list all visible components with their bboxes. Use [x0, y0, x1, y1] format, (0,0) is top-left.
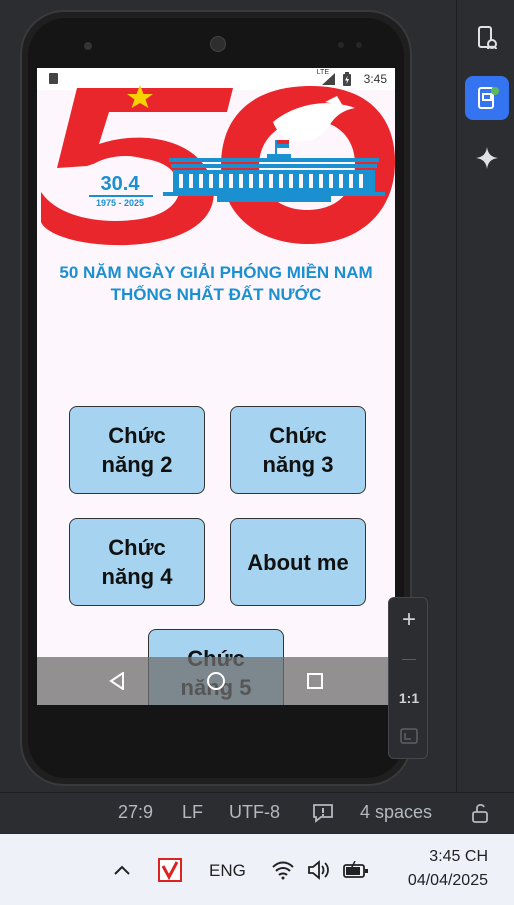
file-encoding[interactable]: UTF-8	[229, 802, 280, 823]
home-circle-icon	[207, 672, 225, 690]
input-language[interactable]: ENG	[209, 861, 246, 881]
windows-taskbar: ENG 3:45 CH 04/04/2025	[0, 834, 514, 905]
zoom-out-button[interactable]: —	[389, 640, 429, 676]
device-manager-icon	[478, 26, 497, 50]
banner-title-line1: 50 NĂM NGÀY GIẢI PHÓNG MIỀN NAM	[59, 263, 373, 282]
checkmark-app-icon	[158, 858, 182, 882]
banner-title: 50 NĂM NGÀY GIẢI PHÓNG MIỀN NAM THỐNG NH…	[37, 262, 395, 306]
clock-date[interactable]: 04/04/2025	[380, 872, 488, 890]
sparkle-icon	[476, 147, 498, 169]
chevron-up-icon	[114, 865, 130, 875]
emulator-area: LTE 3:45 30.4 1975 - 2025 50 NĂM NGÀY GI…	[0, 0, 456, 792]
function-2-button[interactable]: Chức năng 2	[69, 406, 205, 494]
about-me-button[interactable]: About me	[230, 518, 366, 606]
nav-recents-button[interactable]	[301, 667, 329, 695]
right-tool-window-bar	[456, 0, 514, 792]
device-manager-button[interactable]	[465, 16, 509, 60]
emulator-zoom-panel: + — 1:1	[388, 597, 428, 759]
speaker-icon	[308, 860, 329, 880]
anniversary-banner-logo: 30.4 1975 - 2025	[41, 85, 395, 246]
gemini-button[interactable]	[465, 136, 509, 180]
android-navigation-bar	[37, 657, 395, 705]
indent-setting[interactable]: 4 spaces	[360, 802, 432, 823]
line-separator[interactable]: LF	[182, 802, 203, 823]
caret-position[interactable]: 27:9	[118, 802, 153, 823]
sensor	[338, 42, 344, 48]
running-devices-icon	[478, 87, 499, 109]
banner-years: 1975 - 2025	[96, 198, 144, 208]
recents-square-icon	[307, 673, 323, 689]
unlock-icon[interactable]	[469, 802, 491, 824]
banner-title-line2: THỐNG NHẤT ĐẤT NƯỚC	[110, 285, 322, 304]
back-triangle-icon	[109, 672, 124, 690]
battery-button[interactable]	[342, 858, 370, 882]
clock-time[interactable]: 3:45 CH	[380, 848, 488, 866]
nav-home-button[interactable]	[202, 667, 230, 695]
palace-illustration-icon	[163, 140, 385, 202]
battery-charging-icon	[343, 861, 368, 878]
fit-screen-icon	[400, 728, 418, 744]
function-3-button[interactable]: Chức năng 3	[230, 406, 366, 494]
earpiece-speaker	[210, 36, 226, 52]
zoom-in-button[interactable]: +	[389, 602, 429, 638]
network-button[interactable]	[270, 858, 296, 882]
device-screen: LTE 3:45 30.4 1975 - 2025 50 NĂM NGÀY GI…	[37, 68, 395, 705]
sensor	[356, 42, 362, 48]
ide-status-bar: 27:9 LF UTF-8 4 spaces	[0, 792, 514, 834]
tray-app-button[interactable]	[156, 856, 184, 884]
front-camera	[84, 42, 92, 50]
banner-date: 30.4	[101, 173, 141, 195]
wifi-icon	[272, 861, 294, 880]
nav-back-button[interactable]	[103, 667, 131, 695]
function-4-button[interactable]: Chức năng 4	[69, 518, 205, 606]
running-devices-button[interactable]	[465, 76, 509, 120]
zoom-fit-button[interactable]	[389, 718, 429, 754]
volume-button[interactable]	[306, 858, 332, 882]
show-hidden-icons-button[interactable]	[110, 858, 134, 882]
zoom-actual-size-button[interactable]: 1:1	[389, 680, 429, 716]
inspection-icon[interactable]	[312, 803, 334, 823]
